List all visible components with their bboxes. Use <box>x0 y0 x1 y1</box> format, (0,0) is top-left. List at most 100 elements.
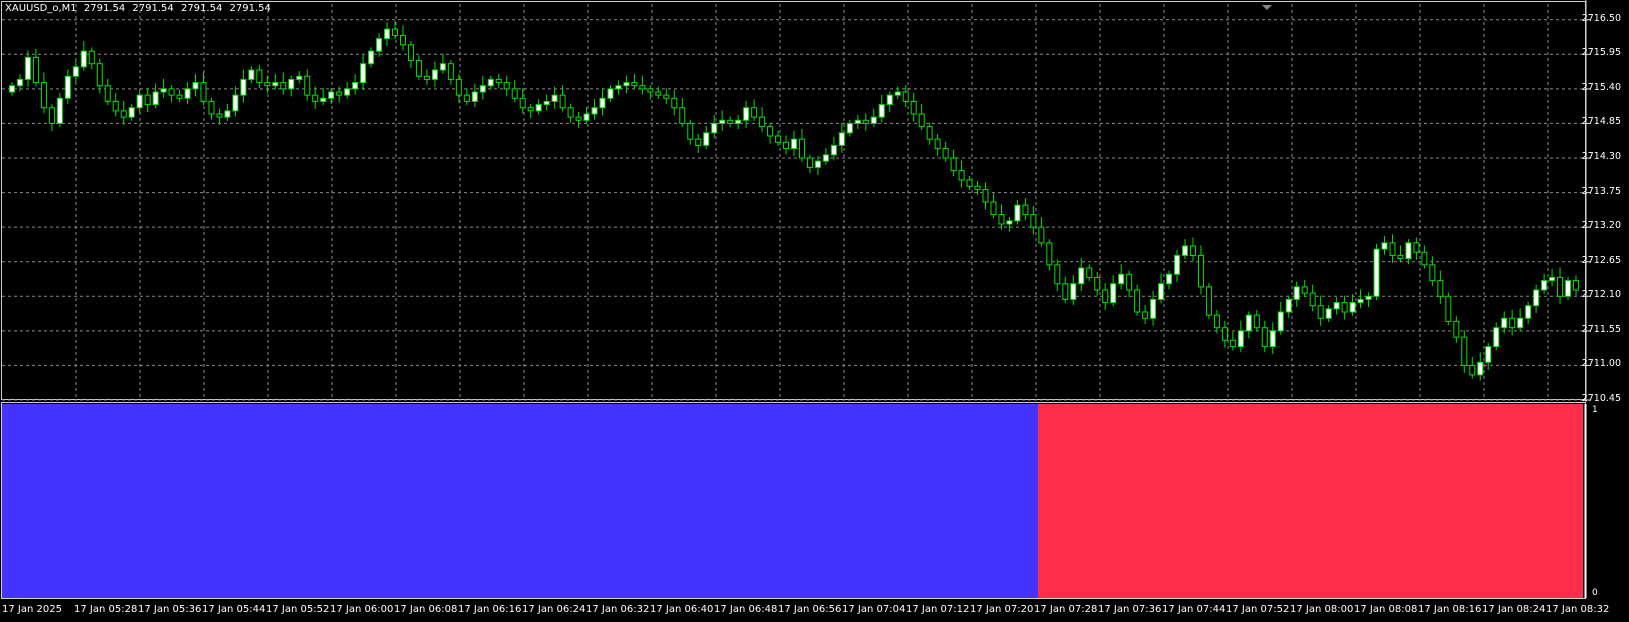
candle-body-bullish <box>551 94 558 102</box>
candle-body-bearish <box>679 107 686 124</box>
candle-body-bullish <box>814 160 821 168</box>
candle-body-bearish <box>1453 320 1460 338</box>
y-tick-label: 2713.20 <box>1581 220 1621 232</box>
candle <box>1205 283 1212 319</box>
candle-body-bearish <box>1317 305 1324 319</box>
candle-body-bullish <box>184 88 191 99</box>
candle-body-bullish <box>368 50 375 65</box>
candle-body-bearish <box>120 110 127 118</box>
candle-body-bearish <box>671 97 678 109</box>
candle-body-bullish <box>1533 289 1540 307</box>
candle-body-bullish <box>615 85 622 90</box>
candle-body-bearish <box>168 88 175 96</box>
candle-body-bullish <box>1166 273 1173 285</box>
x-tick-label: 17 Jan 08:00 <box>1290 604 1354 615</box>
y-tick-label: 2712.10 <box>1581 289 1621 301</box>
candle-body-bearish <box>1102 289 1109 304</box>
candle-body-bearish <box>918 113 925 128</box>
x-tick-label: 17 Jan 07:12 <box>906 604 970 615</box>
candle-body-bearish <box>1437 280 1444 297</box>
x-tick-label: 17 Jan 06:08 <box>394 604 458 615</box>
x-tick-label: 17 Jan 07:36 <box>1098 604 1162 615</box>
candle-body-bearish <box>974 185 981 190</box>
candle-body-bearish <box>48 107 55 124</box>
candle-body-bullish <box>192 82 199 90</box>
candle-body-bearish <box>1309 292 1316 307</box>
candle-body-bearish <box>1421 251 1428 266</box>
x-tick-label: 17 Jan 06:32 <box>586 604 650 615</box>
candle-body-bearish <box>1445 295 1452 322</box>
ohlc-open: 2791.54 <box>83 3 126 14</box>
candle-body-bullish <box>439 63 446 71</box>
candle-body-bullish <box>535 104 542 112</box>
candle-body-bearish <box>1046 242 1053 266</box>
y-tick-label: 2713.75 <box>1581 185 1621 197</box>
candle-body-bullish <box>894 91 901 96</box>
candle-body-bearish <box>415 60 422 77</box>
x-tick-label: 17 Jan 05:44 <box>202 604 266 615</box>
candle-body-bearish <box>1301 286 1308 294</box>
candle-body-bearish <box>88 50 95 65</box>
candle-body-bullish <box>128 107 135 118</box>
indicator-top-label: 1 <box>1592 405 1598 415</box>
candle-body-bullish <box>1501 317 1508 329</box>
candle-body-bearish <box>463 94 470 102</box>
candle-body-bearish <box>1054 264 1061 285</box>
chart-canvas <box>0 0 1629 599</box>
candle-body-bullish <box>1565 280 1572 297</box>
candle-body-bearish <box>982 188 989 203</box>
x-tick-label: 17 Jan 05:28 <box>74 604 138 615</box>
candle-body-bullish <box>1237 330 1244 348</box>
candle-body-bullish <box>344 88 351 96</box>
candle-body-bearish <box>1253 314 1260 329</box>
candle-body-bearish <box>998 214 1005 225</box>
candle-body-bullish <box>703 132 710 146</box>
candle-body-bearish <box>1205 286 1212 316</box>
candle-body-bullish <box>431 69 438 80</box>
y-tick-label: 2710.45 <box>1581 393 1621 404</box>
candle-body-bullish <box>248 69 255 80</box>
candle-body-bullish <box>878 104 885 118</box>
x-tick-label: 17 Jan 08:16 <box>1418 604 1482 615</box>
candle-body-bearish <box>1030 214 1037 228</box>
candle-body-bullish <box>376 38 383 52</box>
y-tick-label: 2711.55 <box>1581 323 1621 335</box>
y-tick-label: 2716.50 <box>1581 12 1621 24</box>
x-tick-label: 17 Jan 2025 <box>2 604 62 615</box>
ohlc-close: 2791.54 <box>229 3 271 14</box>
candle-body-bullish <box>1485 346 1492 363</box>
candle-body-bearish <box>559 94 566 109</box>
candle-body-bearish <box>902 91 909 102</box>
candle-body-bullish <box>822 154 829 162</box>
candle-body-bullish <box>1325 308 1332 319</box>
candle-body-bullish <box>1349 302 1356 313</box>
candle-body-bullish <box>1293 286 1300 300</box>
candle-body-bearish <box>1134 289 1141 313</box>
candle-body-bearish <box>495 78 502 84</box>
candle-body-bullish <box>16 78 23 87</box>
candle-body-bullish <box>1493 327 1500 348</box>
candle-body-bullish <box>607 88 614 99</box>
candle-body-bearish <box>1086 267 1093 278</box>
candle-body-bearish <box>423 75 430 80</box>
candle-body-bearish <box>503 82 510 90</box>
candle-body-bearish <box>1341 302 1348 313</box>
y-tick-label: 2711.00 <box>1581 358 1621 370</box>
y-tick-label: 2714.30 <box>1581 151 1621 162</box>
candle-body-bearish <box>304 75 311 96</box>
ohlc-high: 2791.54 <box>132 3 174 14</box>
x-tick-label: 17 Jan 06:00 <box>330 604 394 615</box>
candle-body-bullish <box>1333 302 1340 310</box>
candle-body-bullish <box>136 94 143 109</box>
candle-body-bearish <box>200 82 207 102</box>
candle-body-bullish <box>479 85 486 93</box>
y-tick-label: 2712.65 <box>1581 254 1621 266</box>
candle-body-bullish <box>1245 314 1252 332</box>
candle-body-bearish <box>1413 242 1420 253</box>
candle-body-bearish <box>1461 336 1468 366</box>
candle-body-bullish <box>591 107 598 115</box>
candle-body-bullish <box>1277 311 1284 332</box>
candle-body-bearish <box>1389 242 1396 256</box>
candle-body-bearish <box>40 82 47 109</box>
candle-body-bullish <box>1150 298 1157 319</box>
